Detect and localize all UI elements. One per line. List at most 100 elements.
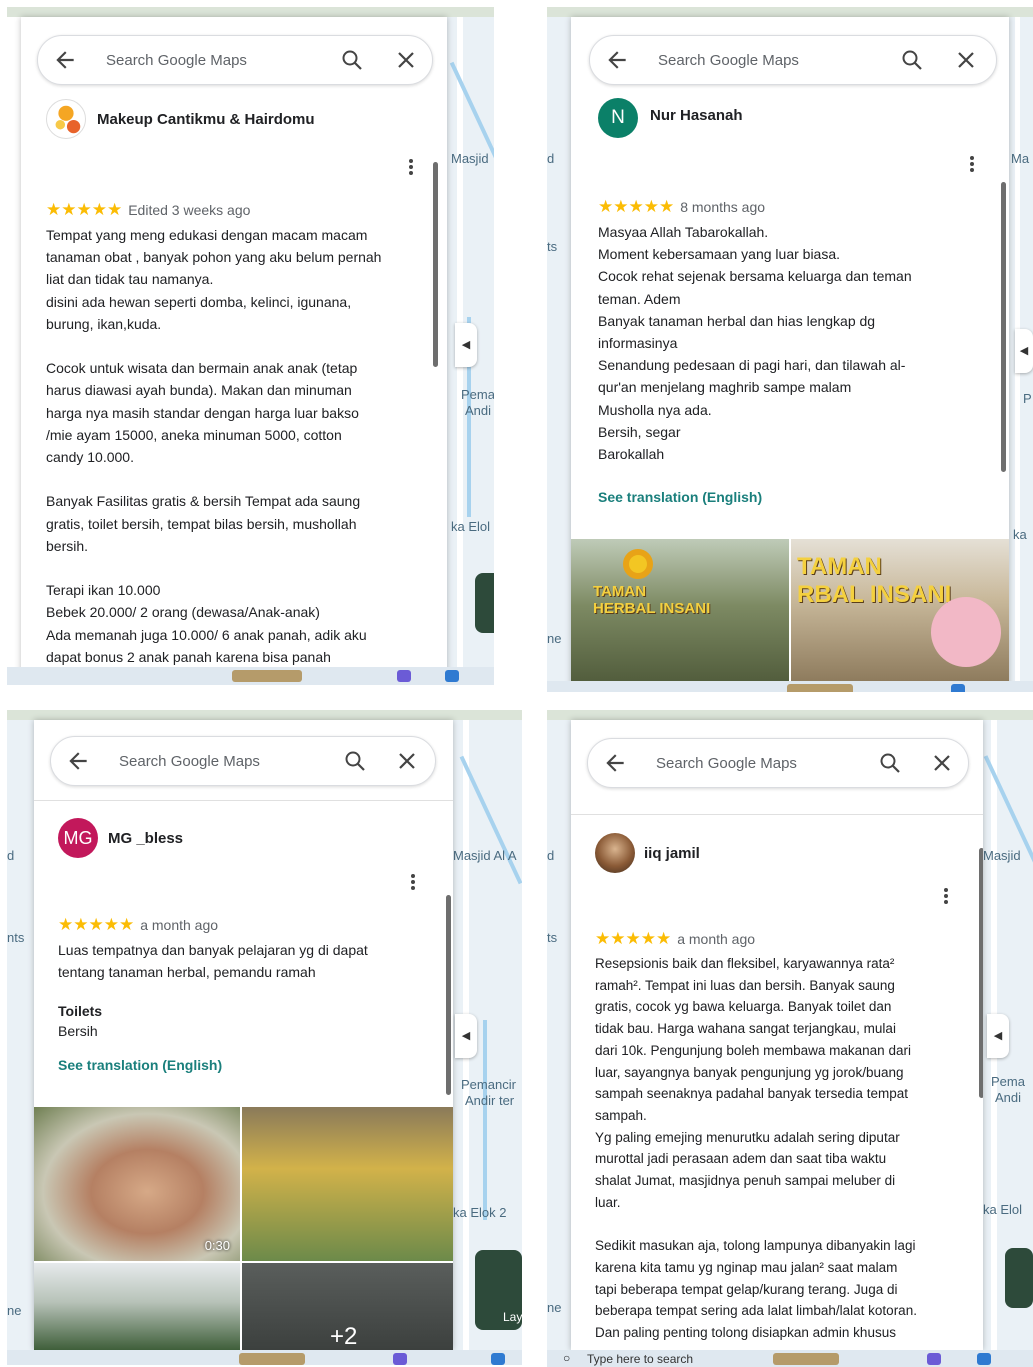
star-rating: ★★★★★ xyxy=(595,929,672,948)
back-arrow-icon[interactable] xyxy=(604,47,630,73)
review-rating: ★★★★★ Edited 3 weeks ago xyxy=(46,200,250,220)
map-label: Masjid xyxy=(983,848,1021,863)
collapse-panel-button[interactable]: ◀ xyxy=(455,323,477,367)
map-label: Andi xyxy=(995,1090,1022,1105)
taskbar-app-icon[interactable] xyxy=(977,1353,991,1365)
taskbar-search[interactable]: Type here to search xyxy=(587,1352,693,1366)
scrollbar[interactable] xyxy=(1001,182,1006,472)
taskbar-app-icon[interactable] xyxy=(491,1353,505,1365)
taskbar-app-icon[interactable] xyxy=(232,670,302,682)
taskbar-app-icon[interactable] xyxy=(397,670,411,682)
photo-sign-text: TAMAN RBAL INSANI xyxy=(797,553,952,608)
layers-button[interactable] xyxy=(1005,1248,1033,1308)
taskbar-app-icon[interactable] xyxy=(239,1353,305,1365)
layers-button[interactable] xyxy=(475,573,494,633)
user-avatar[interactable]: N xyxy=(598,98,638,138)
user-avatar[interactable]: MG xyxy=(58,818,98,858)
reviewer-name[interactable]: Makeup Cantikmu & Hairdomu xyxy=(97,111,315,128)
taskbar: ○ Type here to search xyxy=(547,1350,1033,1367)
map-label: d xyxy=(547,848,555,863)
reviewer-name[interactable]: MG _bless xyxy=(108,830,183,847)
taskbar xyxy=(7,667,494,685)
taskbar xyxy=(547,681,1033,692)
search-icon[interactable] xyxy=(343,749,367,773)
screenshot-bottom-left: d nts ne Masjid Al A Pemancir Andir ter … xyxy=(7,710,522,1365)
map-label: ts xyxy=(547,930,558,945)
map-label: nts xyxy=(7,930,25,945)
more-options-icon[interactable] xyxy=(943,887,949,905)
reviewer-name[interactable]: Nur Hasanah xyxy=(650,107,743,124)
scrollbar[interactable] xyxy=(979,848,983,1098)
search-bar[interactable]: Search Google Maps xyxy=(589,35,997,85)
collapse-panel-button[interactable]: ◀ xyxy=(1015,329,1033,373)
map-area-left[interactable]: d nts ne xyxy=(7,720,34,1350)
back-arrow-icon[interactable] xyxy=(52,47,78,73)
review-photo[interactable]: TAMAN HERBAL INSANI xyxy=(571,539,789,687)
review-rating: ★★★★★ a month ago xyxy=(595,929,755,949)
review-text: Masyaa Allah Tabarokallah. Moment kebers… xyxy=(598,224,912,463)
taskbar-app-icon[interactable] xyxy=(927,1353,941,1365)
map-label: ne xyxy=(547,631,562,646)
review-panel: Search Google Maps iiq jamil ★★★★★ a mont… xyxy=(571,720,983,1350)
taskbar-app-icon[interactable] xyxy=(393,1353,407,1365)
search-icon[interactable] xyxy=(340,48,364,72)
see-translation-link[interactable]: See translation (English) xyxy=(598,489,762,505)
scrollbar[interactable] xyxy=(446,895,451,1095)
search-bar[interactable]: Search Google Maps xyxy=(50,736,436,786)
review-photo[interactable] xyxy=(242,1107,453,1261)
reviewer-name[interactable]: iiq jamil xyxy=(644,845,700,862)
map-label: ne xyxy=(7,1303,22,1318)
back-arrow-icon[interactable] xyxy=(65,748,91,774)
photo-sign-text: TAMAN HERBAL INSANI xyxy=(593,583,711,617)
more-options-icon[interactable] xyxy=(410,873,416,891)
collapse-panel-button[interactable]: ◀ xyxy=(987,1014,1009,1058)
review-photo[interactable] xyxy=(34,1263,240,1350)
user-avatar[interactable] xyxy=(595,833,635,873)
more-options-icon[interactable] xyxy=(969,155,975,173)
map-label: Masjid Al A xyxy=(453,848,517,863)
close-icon[interactable] xyxy=(954,48,978,72)
more-photos-tile[interactable]: +2 xyxy=(242,1263,453,1350)
map-label: Pema xyxy=(991,1074,1025,1089)
taskbar-app-icon[interactable] xyxy=(951,684,965,692)
more-options-icon[interactable] xyxy=(408,158,414,176)
see-translation-link[interactable]: See translation (English) xyxy=(58,1057,222,1073)
review-photo[interactable]: TAMAN RBAL INSANI xyxy=(791,539,1009,687)
layers-button[interactable]: Lay xyxy=(475,1250,522,1330)
map-area-left[interactable]: d ts ne xyxy=(547,720,571,1350)
search-bar[interactable]: Search Google Maps xyxy=(587,738,969,788)
star-rating: ★★★★★ xyxy=(58,915,135,934)
search-icon[interactable] xyxy=(900,48,924,72)
makeup-logo-icon xyxy=(55,105,81,134)
search-bar[interactable]: Search Google Maps xyxy=(37,35,433,85)
map-label: d xyxy=(547,151,555,166)
taskbar-app-icon[interactable] xyxy=(445,670,459,682)
review-time: a month ago xyxy=(140,917,219,933)
scrollbar[interactable] xyxy=(433,162,438,367)
close-icon[interactable] xyxy=(930,751,954,775)
close-icon[interactable] xyxy=(394,48,418,72)
search-icon[interactable] xyxy=(878,751,902,775)
review-video[interactable]: 0:30 xyxy=(34,1107,240,1261)
close-icon[interactable] xyxy=(395,749,419,773)
taskbar xyxy=(7,1350,522,1365)
collapse-panel-button[interactable]: ◀ xyxy=(455,1014,477,1058)
star-rating: ★★★★★ xyxy=(46,200,123,219)
taskbar-app-icon[interactable] xyxy=(787,684,853,692)
browser-top-strip xyxy=(547,7,1033,17)
toilets-label: Toilets xyxy=(58,1003,103,1019)
more-photos-count: +2 xyxy=(330,1323,358,1350)
header-divider xyxy=(34,800,453,801)
screenshot-bottom-right: d ts ne Masjid Pema Andi ka Elol Search … xyxy=(547,710,1033,1367)
map-label: d xyxy=(7,848,15,863)
review-text: Tempat yang meng edukasi dengan macam ma… xyxy=(46,227,382,665)
review-time: 8 months ago xyxy=(680,199,766,215)
search-icon[interactable]: ○ xyxy=(563,1351,570,1365)
taskbar-app-icon[interactable] xyxy=(773,1353,839,1365)
map-label: ka Elol xyxy=(451,519,491,534)
user-avatar[interactable] xyxy=(46,99,86,139)
back-arrow-icon[interactable] xyxy=(602,750,628,776)
review-panel: Search Google Maps Makeup Cantikmu & Hai… xyxy=(21,17,447,685)
map-area-left[interactable]: d ts ne xyxy=(547,17,571,687)
search-placeholder: Search Google Maps xyxy=(106,52,247,69)
